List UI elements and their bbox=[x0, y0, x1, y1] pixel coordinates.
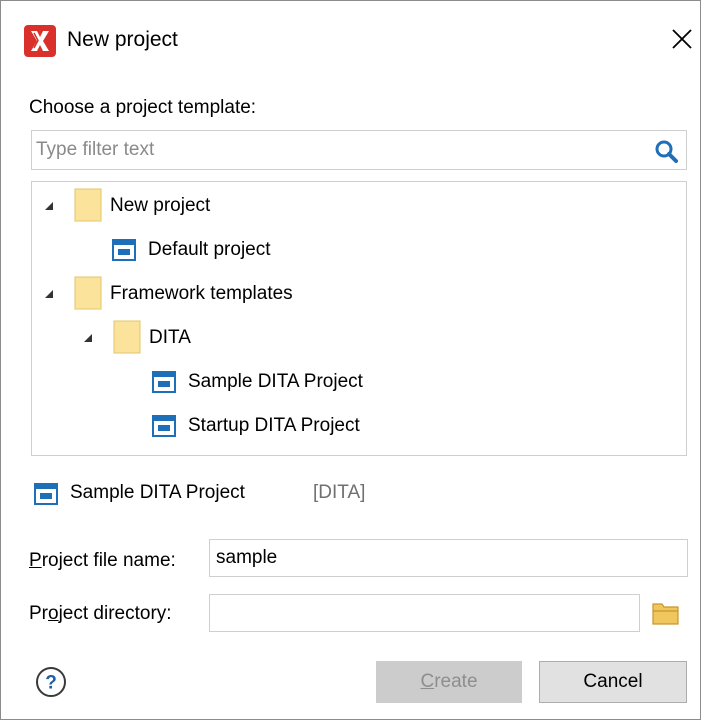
project-icon bbox=[112, 239, 136, 261]
folder-open-icon[interactable] bbox=[651, 600, 681, 626]
folder-icon bbox=[74, 276, 102, 310]
mnemonic: o bbox=[48, 603, 59, 624]
mnemonic: P bbox=[29, 550, 42, 571]
tree-item-label: Sample DITA Project bbox=[188, 371, 363, 392]
selected-template-name: Sample DITA Project bbox=[70, 482, 245, 503]
help-icon[interactable]: ? bbox=[35, 666, 67, 698]
tree-item-dita[interactable]: DITA bbox=[32, 318, 686, 358]
title-bar: New project bbox=[1, 1, 700, 81]
project-icon bbox=[152, 371, 176, 393]
filter-box bbox=[31, 130, 687, 170]
expanded-arrow-icon[interactable] bbox=[82, 332, 94, 344]
selected-template-tag: [DITA] bbox=[313, 482, 366, 503]
project-icon bbox=[152, 415, 176, 437]
filter-input[interactable] bbox=[36, 131, 646, 169]
label-text: ject directory: bbox=[58, 603, 172, 624]
tree-item-label: DITA bbox=[149, 327, 191, 348]
template-tree: New project Default project Framework te… bbox=[31, 181, 687, 456]
oxygen-app-icon bbox=[24, 25, 56, 57]
dialog-title: New project bbox=[67, 28, 178, 51]
tree-item-default-project[interactable]: Default project bbox=[32, 230, 686, 270]
project-directory-label: Project directory: bbox=[29, 603, 172, 625]
project-file-name-label: Project file name: bbox=[29, 550, 176, 572]
project-icon bbox=[34, 483, 58, 505]
project-file-name-input[interactable] bbox=[209, 539, 688, 577]
template-prompt-label: Choose a project template: bbox=[29, 97, 257, 118]
tree-item-startup-dita-project[interactable]: Startup DITA Project bbox=[32, 406, 686, 446]
cancel-button[interactable]: Cancel bbox=[539, 661, 687, 703]
new-project-dialog: New project Choose a project template: N… bbox=[0, 0, 701, 720]
tree-item-label: Startup DITA Project bbox=[188, 415, 360, 436]
search-icon[interactable] bbox=[654, 139, 678, 163]
tree-item-label: Default project bbox=[148, 239, 271, 260]
button-label: reate bbox=[434, 671, 478, 692]
label-text: Pr bbox=[29, 603, 48, 624]
label-text: roject file name: bbox=[41, 550, 176, 571]
tree-item-framework-templates[interactable]: Framework templates bbox=[32, 274, 686, 314]
close-icon[interactable] bbox=[669, 26, 695, 52]
create-button[interactable]: Create bbox=[376, 661, 522, 703]
folder-icon bbox=[74, 188, 102, 222]
svg-text:?: ? bbox=[45, 673, 57, 694]
project-directory-input[interactable] bbox=[209, 594, 640, 632]
folder-icon bbox=[113, 320, 141, 354]
expanded-arrow-icon[interactable] bbox=[43, 288, 55, 300]
mnemonic: C bbox=[420, 671, 435, 692]
tree-item-new-project[interactable]: New project bbox=[32, 186, 686, 226]
expanded-arrow-icon[interactable] bbox=[43, 200, 55, 212]
tree-item-sample-dita-project[interactable]: Sample DITA Project bbox=[32, 362, 686, 402]
tree-item-label: Framework templates bbox=[110, 283, 293, 304]
tree-item-label: New project bbox=[110, 195, 211, 216]
